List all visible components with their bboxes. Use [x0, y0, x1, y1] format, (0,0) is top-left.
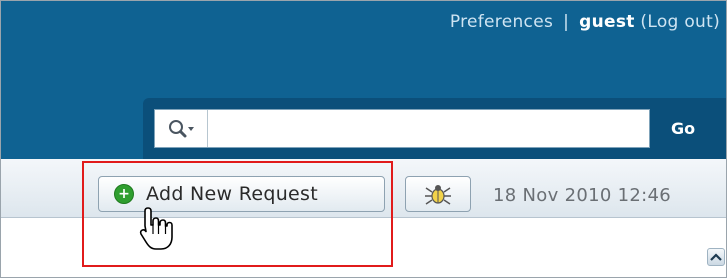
go-button[interactable]: Go — [653, 109, 713, 148]
timestamp: 18 Nov 2010 12:46 — [493, 185, 671, 206]
preferences-link[interactable]: Preferences — [450, 12, 553, 32]
search-icon[interactable] — [155, 110, 208, 147]
link-separator: | — [563, 12, 570, 32]
search-box — [154, 109, 650, 148]
report-bug-button[interactable] — [405, 176, 471, 212]
top-links: Preferences | guest (Log out) — [450, 12, 720, 32]
highlight-box — [82, 161, 393, 267]
username: guest — [579, 12, 635, 32]
hand-cursor-icon — [139, 207, 173, 250]
logout-link[interactable]: (Log out) — [640, 12, 720, 32]
bug-icon — [425, 185, 451, 205]
scroll-up-button[interactable] — [707, 248, 725, 266]
search-input[interactable] — [212, 112, 648, 145]
app-frame: Preferences | guest (Log out) Go + Add New… — [0, 0, 727, 278]
chevron-up-icon — [710, 253, 722, 261]
